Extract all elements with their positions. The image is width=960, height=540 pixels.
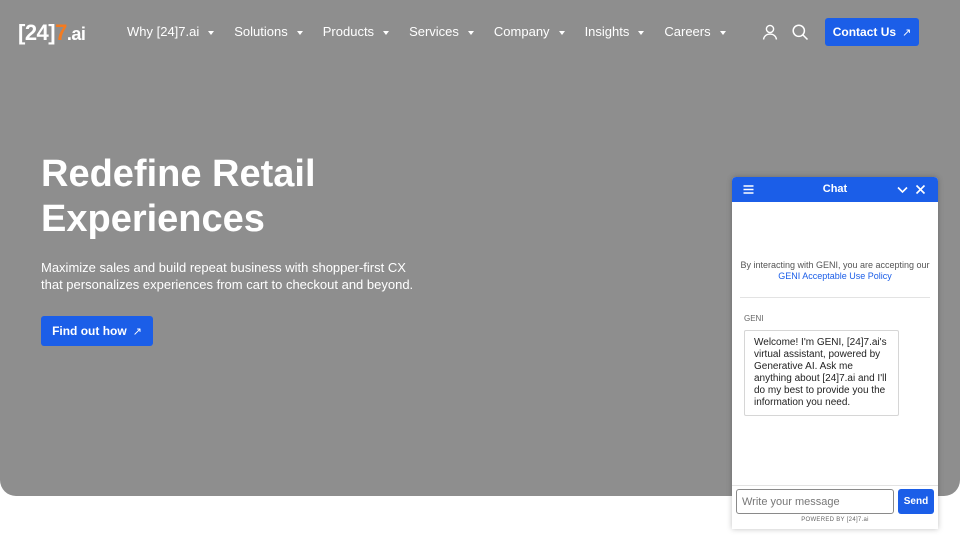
consent-notice: By interacting with GENI, you are accept… [740,260,930,282]
caret-down-icon [383,30,390,35]
acceptable-use-policy-link[interactable]: GENI Acceptable Use Policy [778,271,892,281]
logo-bracket-text: [24] [18,20,56,45]
top-navigation: [24]7.ai Why [24]7.ai Solutions Products… [0,0,960,64]
nav-item-services[interactable]: Services [409,24,474,39]
caret-down-icon [719,30,726,35]
nav-item-label: Why [24]7.ai [127,24,200,39]
close-icon[interactable] [914,183,927,196]
divider [732,485,938,486]
nav-item-label: Insights [584,24,630,39]
caret-down-icon [208,30,215,35]
nav-item-label: Products [322,24,375,39]
nav-item-insights[interactable]: Insights [585,24,645,39]
bot-message-bubble: Welcome! I'm GENI, [24]7.ai's virtual as… [744,330,899,416]
contact-us-label: Contact Us [832,25,897,39]
arrow-up-right-icon: ↗ [132,325,142,338]
consent-text: By interacting with GENI, you are accept… [740,260,930,270]
nav-item-label: Solutions [234,24,288,39]
search-icon[interactable] [791,23,809,41]
nav-item-products[interactable]: Products [322,24,390,39]
main-menu: Why [24]7.ai Solutions Products Services… [127,24,746,39]
find-out-how-label: Find out how [52,324,127,338]
send-button[interactable]: Send [898,489,934,514]
user-icon[interactable] [761,23,779,41]
chat-header: Chat [732,177,938,202]
contact-us-button[interactable]: Contact Us ↗ [825,18,919,46]
caret-down-icon [467,30,474,35]
nav-item-why-247ai[interactable]: Why [24]7.ai [127,24,215,39]
caret-down-icon [558,30,565,35]
logo-ai-text: .ai [66,24,86,44]
chevron-down-icon[interactable] [896,183,909,196]
nav-item-label: Company [493,24,550,39]
logo-seven-text: 7 [55,20,67,45]
find-out-how-button[interactable]: Find out how ↗ [41,316,153,346]
brand-logo[interactable]: [24]7.ai [18,20,86,46]
caret-down-icon [638,30,645,35]
nav-item-company[interactable]: Company [494,24,565,39]
message-sender: GENI [744,314,764,323]
divider [740,297,930,298]
nav-item-solutions[interactable]: Solutions [234,24,303,39]
hero-subtitle: Maximize sales and build repeat business… [41,260,414,292]
powered-by-text: POWERED BY [24]7.ai [801,517,869,523]
chat-widget: Chat By interacting with GENI, you are a… [732,177,938,529]
nav-item-label: Services [409,24,459,39]
arrow-up-right-icon: ↗ [902,26,912,39]
caret-down-icon [296,30,303,35]
hero-title: Redefine Retail Experiences [41,153,316,240]
nav-item-label: Careers [664,24,711,39]
nav-item-careers[interactable]: Careers [664,24,726,39]
chat-message-input[interactable] [736,489,894,514]
